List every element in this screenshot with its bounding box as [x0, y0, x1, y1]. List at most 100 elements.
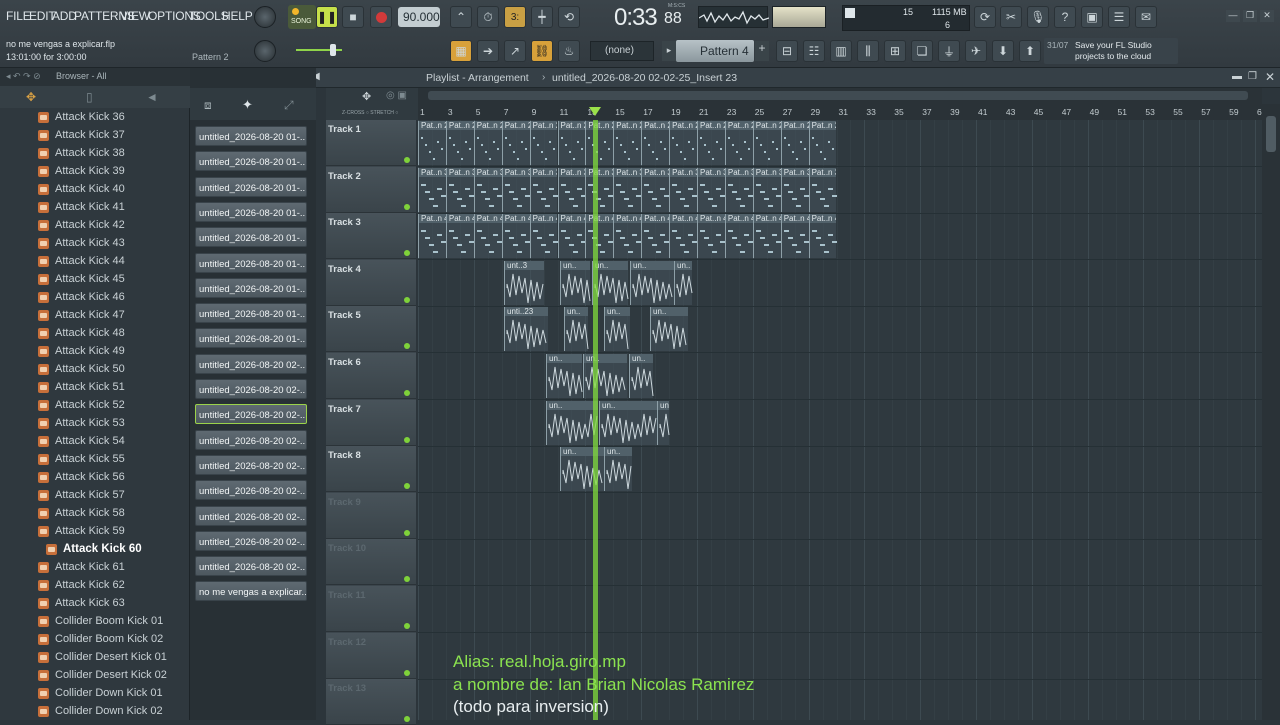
- snap-selector[interactable]: (none): [590, 41, 654, 61]
- browser-item[interactable]: Attack Kick 38: [38, 144, 125, 162]
- picker-clip[interactable]: no me vengas a explicar...: [195, 581, 307, 602]
- picker-clip[interactable]: untitled_2026-08-20 02-...: [195, 404, 307, 425]
- picker-clip[interactable]: untitled_2026-08-20 02-...: [195, 530, 307, 551]
- playlist-clip[interactable]: Pat..n 3: [752, 167, 781, 212]
- master-volume-knob[interactable]: [254, 6, 276, 28]
- playlist-clip[interactable]: Pat..n 3: [808, 167, 837, 212]
- browser-item[interactable]: Attack Kick 41: [38, 198, 125, 216]
- picker-clip[interactable]: untitled_2026-08-20 02-...: [195, 379, 307, 399]
- browser-item[interactable]: Collider Down Kick 02: [38, 702, 163, 720]
- playlist-clip[interactable]: un..: [630, 260, 674, 305]
- browser-item[interactable]: Attack Kick 62: [38, 576, 125, 594]
- playlist-clip[interactable]: Pat..n 2: [529, 121, 558, 165]
- playlist-clip[interactable]: Pat..n 3: [473, 167, 502, 212]
- playlist-clip[interactable]: Pat..n 3: [418, 167, 446, 212]
- track-mute-led[interactable]: [404, 623, 410, 629]
- browser-item[interactable]: Attack Kick 46: [38, 288, 125, 306]
- picker-clip[interactable]: untitled_2026-08-20 01-...: [195, 277, 307, 298]
- picker-clip[interactable]: untitled_2026-08-20 01-...: [195, 328, 307, 349]
- playlist-clip[interactable]: un..: [583, 354, 627, 398]
- play-pattern-icon[interactable]: ▸: [662, 41, 676, 61]
- menu-help[interactable]: HELP: [222, 9, 253, 23]
- menu-file[interactable]: FILE: [6, 9, 31, 23]
- browser-item[interactable]: Attack Kick 61: [38, 558, 125, 576]
- track-mute-led[interactable]: [404, 390, 410, 396]
- playlist-clip[interactable]: Pat..n 4: [808, 214, 837, 259]
- browser-item[interactable]: Attack Kick 50: [38, 360, 125, 378]
- playlist-clip[interactable]: un..: [657, 400, 670, 445]
- playlist-clip[interactable]: Pat..n 4: [445, 214, 474, 259]
- browser-item[interactable]: Attack Kick 56: [38, 468, 125, 486]
- playlist-clip[interactable]: Pat..n 3: [613, 167, 642, 212]
- browser-item[interactable]: Attack Kick 58: [38, 504, 125, 522]
- playlist-clip[interactable]: Pat..n 4: [669, 214, 698, 259]
- wait-input-icon[interactable]: ⏱: [477, 6, 499, 28]
- picker-clip[interactable]: untitled_2026-08-20 01-...: [195, 126, 307, 146]
- project-icon[interactable]: ❏: [911, 40, 933, 62]
- arrow-right-icon[interactable]: ➔: [477, 40, 499, 62]
- browser-item[interactable]: Attack Kick 53: [38, 414, 125, 432]
- browser-item[interactable]: Collider Boom Kick 01: [38, 612, 163, 630]
- pattern-selector[interactable]: Pattern 4: [676, 40, 754, 62]
- playlist-clip[interactable]: Pat..n 2: [724, 121, 753, 165]
- master-pitch-knob[interactable]: [254, 40, 276, 62]
- playlist-clip[interactable]: Pat..n 4: [529, 214, 558, 259]
- picker-clip[interactable]: untitled_2026-08-20 02-...: [195, 556, 307, 577]
- track-header[interactable]: Track 5: [326, 306, 416, 353]
- reset-icon[interactable]: ⟳: [974, 6, 996, 28]
- playlist-clip[interactable]: Pat..n 3: [697, 167, 725, 212]
- playlist-clip[interactable]: un..: [674, 260, 693, 305]
- stamp-icon[interactable]: ♨: [558, 40, 580, 62]
- link-icon[interactable]: ⛓: [531, 40, 553, 62]
- playlist-clip[interactable]: un..: [560, 260, 591, 305]
- playlist-clip[interactable]: Pat..n 2: [669, 121, 697, 165]
- zoom-icon[interactable]: ✥: [362, 90, 371, 103]
- playlist-clip[interactable]: un..: [546, 400, 598, 445]
- vscroll-thumb[interactable]: [1266, 116, 1276, 152]
- browser-nav-icon[interactable]: ◂ ↶ ↷ ⊘: [6, 71, 41, 82]
- playlist-clip[interactable]: Pat..n 3: [585, 167, 614, 212]
- track-mute-led[interactable]: [404, 669, 410, 676]
- pause-button[interactable]: ❚❚: [316, 6, 338, 28]
- browser-item[interactable]: Attack Kick 44: [38, 252, 125, 270]
- loop-record-icon[interactable]: ⟲: [558, 6, 580, 28]
- browser-speaker-icon[interactable]: ◄: [146, 90, 158, 104]
- playlist-clip[interactable]: unt..3: [504, 260, 544, 305]
- playlist-clip[interactable]: Pat..n 4: [473, 214, 502, 259]
- picker-automation-icon[interactable]: ⤢: [284, 98, 294, 113]
- picker-clip[interactable]: untitled_2026-08-20 01-...: [195, 227, 307, 248]
- playlist-clip[interactable]: Pat..n 2: [418, 121, 446, 165]
- track-mute-led[interactable]: [404, 436, 410, 443]
- picker-audio-icon[interactable]: ✦: [242, 97, 253, 113]
- mixer-icon[interactable]: ☰: [1108, 6, 1130, 28]
- track-mute-led[interactable]: [404, 343, 410, 350]
- playlist-minimize-icon[interactable]: ▬: [1232, 71, 1242, 82]
- playhead-marker[interactable]: [589, 104, 601, 116]
- browser-item[interactable]: Collider Desert Kick 02: [38, 666, 167, 684]
- countdown-icon[interactable]: 3:: [504, 6, 526, 28]
- playlist-clip[interactable]: Pat..n 3: [501, 167, 530, 212]
- playlist-clip[interactable]: Pat..n 3: [557, 167, 586, 212]
- playlist-clip[interactable]: unti..23: [504, 307, 548, 352]
- picker-clip[interactable]: untitled_2026-08-20 02-...: [195, 353, 307, 374]
- playlist-clip[interactable]: Pat..n 2: [780, 121, 809, 165]
- playlist-clip[interactable]: un..: [629, 354, 654, 398]
- track-header[interactable]: Track 6: [326, 353, 416, 399]
- playlist-clip[interactable]: Pat..n 3: [780, 167, 809, 212]
- picker-clip[interactable]: untitled_2026-08-20 02-...: [195, 429, 307, 450]
- browser-item[interactable]: Attack Kick 37: [38, 126, 125, 144]
- browser-item[interactable]: Attack Kick 60: [46, 540, 142, 558]
- browser-item[interactable]: Attack Kick 42: [38, 216, 125, 234]
- mixer-view-icon[interactable]: ⫼: [857, 40, 879, 62]
- playlist-clip[interactable]: Pat..n 3: [669, 167, 698, 212]
- track-mute-led[interactable]: [404, 157, 410, 163]
- tempo-display[interactable]: 90.000: [398, 7, 440, 27]
- tempo-tap-icon[interactable]: ✈: [965, 40, 987, 62]
- track-header[interactable]: Track 1: [326, 120, 416, 166]
- plugin-icon[interactable]: ⊞: [884, 40, 906, 62]
- tools-icon[interactable]: ✂: [1000, 6, 1022, 28]
- browser-item[interactable]: Attack Kick 45: [38, 270, 125, 288]
- playlist-clip[interactable]: Pat..n 2: [445, 121, 474, 165]
- playlist-clip[interactable]: Pat..n 3: [724, 167, 753, 212]
- playlist-clip[interactable]: Pat..n 2: [501, 121, 530, 165]
